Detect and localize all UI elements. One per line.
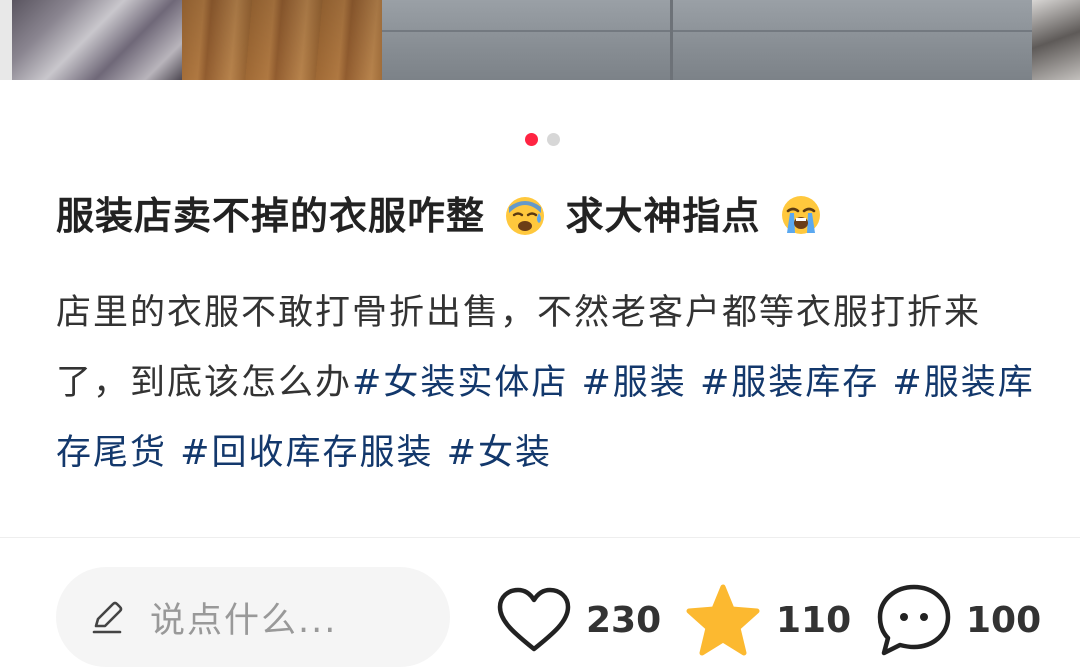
image-wood-floor <box>182 0 382 80</box>
like-count: 230 <box>586 599 662 641</box>
image-edge <box>0 0 12 80</box>
image-right-object <box>1032 0 1080 80</box>
divider <box>0 537 1080 538</box>
hashtag-link[interactable]: #女装实体店 <box>352 363 568 403</box>
hashtag-link[interactable]: #回收库存服装 <box>180 433 433 473</box>
comment-button[interactable]: 100 <box>876 583 1041 657</box>
hashtag-link[interactable]: #服装库存 <box>700 363 879 403</box>
collect-count: 110 <box>776 599 852 641</box>
sad-sweat-face-emoji-icon <box>506 197 545 235</box>
collect-button[interactable]: 110 <box>684 583 851 657</box>
loudly-crying-face-emoji-icon <box>781 196 820 234</box>
comment-count: 100 <box>966 599 1042 641</box>
hashtag-link[interactable]: #女装 <box>447 433 552 473</box>
comment-placeholder: 说点什么... <box>150 600 338 641</box>
image-tile-seam <box>670 0 673 80</box>
post-title-text: 服装店卖不掉的衣服咋整 <box>56 194 486 238</box>
like-button[interactable]: 230 <box>496 583 661 657</box>
heart-icon <box>497 587 571 652</box>
pencil-icon <box>92 601 123 634</box>
post-title: 服装店卖不掉的衣服咋整 求大神指点 <box>56 190 1046 242</box>
post-description: 店里的衣服不敢打骨折出售，不然老客户都等衣服打折来了，到底该怎么办#女装实体店 … <box>56 278 1046 488</box>
image-clothes-pile <box>12 0 182 80</box>
star-icon <box>686 584 760 656</box>
carousel-indicator <box>525 133 560 146</box>
comment-bubble-icon <box>877 584 951 656</box>
carousel-dot-active <box>525 133 538 146</box>
image-tile-floor <box>382 0 1032 80</box>
comment-input[interactable]: 说点什么... <box>56 567 450 667</box>
hashtag-link[interactable]: #服装 <box>581 363 686 403</box>
image-tile-seam <box>382 30 1032 32</box>
post-title-text: 求大神指点 <box>565 194 761 238</box>
post-image[interactable] <box>0 0 1080 80</box>
carousel-dot <box>547 133 560 146</box>
